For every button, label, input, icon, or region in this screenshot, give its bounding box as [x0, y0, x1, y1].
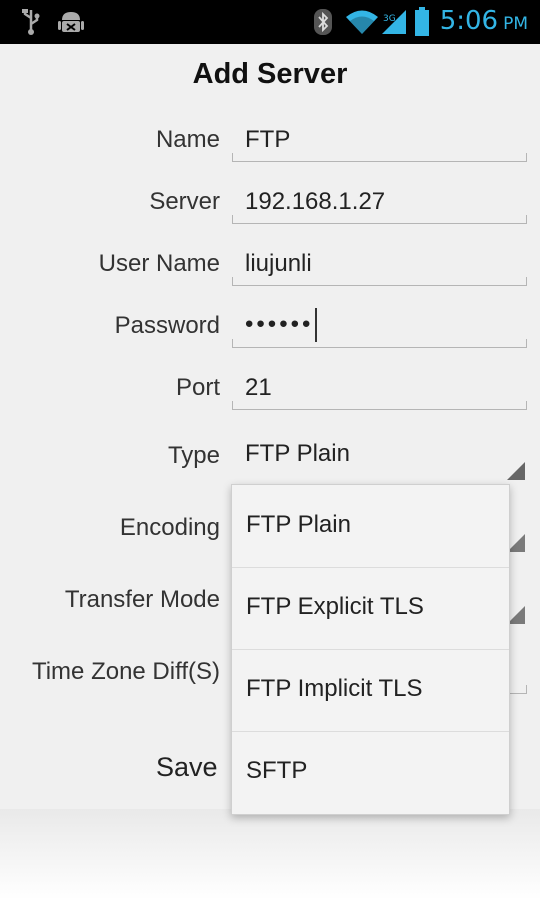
server-label: Server: [149, 188, 220, 215]
username-underline: [232, 277, 527, 286]
option-label: FTP Explicit TLS: [246, 593, 424, 620]
svg-text:3G: 3G: [383, 14, 396, 24]
name-underline: [232, 153, 527, 162]
server-field[interactable]: 192.168.1.27: [232, 182, 527, 224]
bluetooth-icon: [313, 8, 333, 36]
dialog-title: Add Server: [192, 58, 348, 90]
clock-ampm: PM: [503, 14, 528, 34]
time-zone-label: Time Zone Diff(S): [31, 658, 220, 685]
option-label: FTP Plain: [246, 511, 351, 538]
type-label: Type: [167, 442, 220, 469]
dropdown-option-ftp-plain[interactable]: FTP Plain: [232, 485, 509, 568]
name-label: Name: [155, 126, 220, 153]
save-button[interactable]: Save: [156, 752, 218, 783]
battery-icon: [414, 7, 430, 36]
password-value: ••••••: [245, 310, 314, 338]
dropdown-option-sftp[interactable]: SFTP: [232, 731, 509, 813]
usb-icon: [20, 8, 42, 36]
server-value: 192.168.1.27: [245, 188, 386, 215]
name-field[interactable]: FTP: [232, 120, 527, 162]
port-label: Port: [175, 374, 220, 401]
type-dropdown-menu: FTP Plain FTP Explicit TLS FTP Implicit …: [231, 484, 510, 815]
spinner-arrow-icon: [507, 462, 525, 480]
name-value: FTP: [245, 126, 291, 153]
dropdown-option-ftp-implicit-tls[interactable]: FTP Implicit TLS: [232, 649, 509, 732]
text-cursor: [315, 308, 318, 342]
port-field[interactable]: 21: [232, 368, 527, 410]
port-underline: [232, 401, 527, 410]
password-value-wrap: ••••••: [245, 308, 318, 342]
username-field[interactable]: liujunli: [232, 244, 527, 286]
password-field[interactable]: ••••••: [232, 306, 527, 348]
clock-time: 5:06: [439, 6, 499, 36]
signal-icon: 3G: [380, 8, 408, 36]
type-value: FTP Plain: [245, 440, 350, 467]
wifi-icon: [344, 8, 380, 36]
password-underline: [232, 339, 527, 348]
transfer-mode-label: Transfer Mode: [64, 586, 220, 613]
android-debug-icon: [58, 8, 84, 36]
password-label: Password: [114, 312, 220, 339]
username-value: liujunli: [245, 250, 312, 277]
status-bar: 3G 5:06 PM: [0, 0, 540, 44]
option-label: SFTP: [246, 757, 308, 784]
bottom-area: [0, 809, 540, 900]
encoding-label: Encoding: [119, 514, 220, 541]
clock: 5:06 PM: [440, 6, 528, 38]
username-label: User Name: [98, 250, 220, 277]
server-underline: [232, 215, 527, 224]
dropdown-option-ftp-explicit-tls[interactable]: FTP Explicit TLS: [232, 567, 509, 650]
type-spinner[interactable]: FTP Plain: [232, 438, 527, 480]
option-label: FTP Implicit TLS: [246, 675, 423, 702]
port-value: 21: [245, 374, 272, 401]
